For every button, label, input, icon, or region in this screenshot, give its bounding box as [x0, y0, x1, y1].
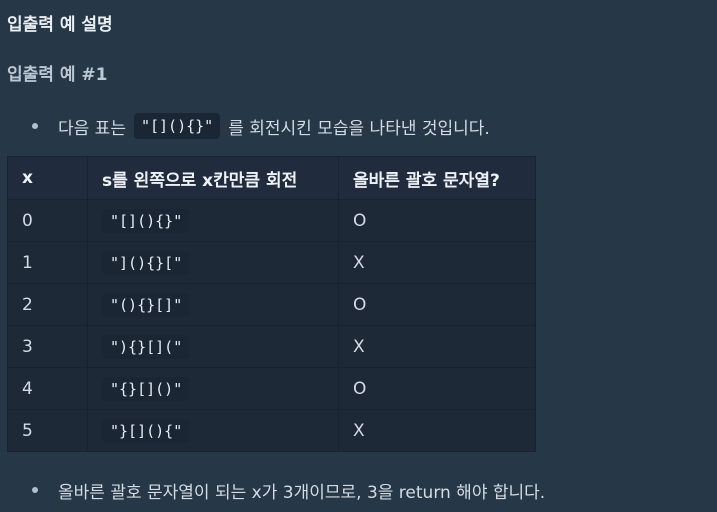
cell-x: 4 — [7, 367, 88, 410]
cell-rotation: "}[](){" — [87, 409, 339, 452]
cell-rotation-code: "{}[]()" — [102, 376, 191, 401]
table-row: 0 "[](){}" O — [7, 199, 536, 242]
cell-x: 0 — [7, 199, 88, 242]
table-row: 5 "}[](){" X — [7, 409, 536, 452]
section-title: 입출력 예 설명 — [7, 15, 113, 35]
cell-rotation: "](){}[" — [87, 241, 339, 284]
cell-rotation: "){}[](" — [87, 325, 339, 368]
cell-valid: O — [338, 283, 536, 326]
conclusion-text: 올바른 괄호 문자열이 되는 x가 3개이므로, 3을 return 해야 합니… — [58, 482, 546, 503]
cell-valid: X — [338, 325, 536, 368]
intro-code: "[](){}" — [133, 113, 221, 139]
header-valid: 올바른 괄호 문자열? — [338, 156, 536, 200]
bullet-dot-icon — [32, 487, 38, 493]
cell-valid: X — [338, 241, 536, 284]
cell-valid: O — [338, 199, 536, 242]
header-rotation: s를 왼쪽으로 x칸만큼 회전 — [87, 156, 339, 200]
example-title: 입출력 예 #1 — [7, 65, 108, 85]
cell-rotation: "[](){}" — [87, 199, 339, 242]
table-row: 1 "](){}[" X — [7, 241, 536, 284]
cell-rotation-code: "](){}[" — [102, 250, 191, 275]
cell-x: 3 — [7, 325, 88, 368]
cell-rotation-code: "(){}[]" — [102, 292, 191, 317]
intro-prefix: 다음 표는 — [58, 118, 126, 139]
cell-x: 1 — [7, 241, 88, 284]
cell-x: 2 — [7, 283, 88, 326]
intro-suffix: 를 회전시킨 모습을 나타낸 것입니다. — [228, 118, 490, 139]
header-x: x — [7, 156, 88, 200]
table-row: 2 "(){}[]" O — [7, 283, 536, 326]
table-header-row: x s를 왼쪽으로 x칸만큼 회전 올바른 괄호 문자열? — [7, 156, 536, 200]
table-row: 3 "){}[](" X — [7, 325, 536, 368]
cell-rotation-code: "){}[](" — [102, 334, 191, 359]
cell-rotation-code: "}[](){" — [102, 418, 191, 443]
cell-valid: X — [338, 409, 536, 452]
cell-x: 5 — [7, 409, 88, 452]
cell-rotation: "(){}[]" — [87, 283, 339, 326]
table-row: 4 "{}[]()" O — [7, 367, 536, 410]
intro-bullet: 다음 표는 "[](){}" 를 회전시킨 모습을 나타낸 것입니다. — [32, 112, 490, 140]
bullet-dot-icon — [32, 123, 38, 129]
cell-valid: O — [338, 367, 536, 410]
cell-rotation: "{}[]()" — [87, 367, 339, 410]
conclusion-bullet: 올바른 괄호 문자열이 되는 x가 3개이므로, 3을 return 해야 합니… — [32, 476, 546, 504]
rotation-table: x s를 왼쪽으로 x칸만큼 회전 올바른 괄호 문자열? 0 "[](){}"… — [7, 156, 536, 452]
cell-rotation-code: "[](){}" — [102, 208, 191, 233]
